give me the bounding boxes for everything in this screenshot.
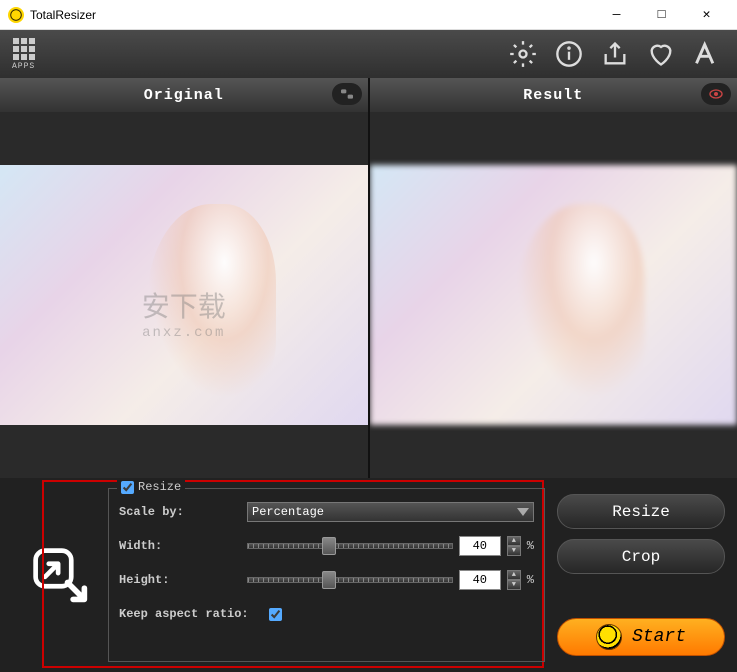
minimize-button[interactable]: — bbox=[594, 1, 639, 29]
start-icon bbox=[596, 624, 622, 650]
titlebar: TotalResizer — □ ✕ bbox=[0, 0, 737, 30]
apps-label: APPS bbox=[12, 62, 35, 71]
original-header: Original bbox=[0, 78, 368, 112]
app-icon bbox=[8, 7, 24, 23]
original-image-area[interactable]: 安下载 anxz.com bbox=[0, 112, 368, 478]
width-label: Width: bbox=[119, 539, 247, 553]
bottom-area: Resize Scale by: Percentage Width: 40 ▲▼… bbox=[0, 478, 737, 672]
original-label: Original bbox=[144, 87, 224, 104]
result-header: Result bbox=[370, 78, 737, 112]
preview-panels: Original 安下载 anxz.com Result bbox=[0, 78, 737, 478]
original-panel: Original 安下载 anxz.com bbox=[0, 78, 368, 478]
start-label: Start bbox=[632, 627, 686, 647]
heart-icon[interactable] bbox=[643, 36, 679, 72]
crop-button[interactable]: Crop bbox=[557, 539, 725, 574]
result-image bbox=[370, 165, 737, 425]
height-value[interactable]: 40 bbox=[459, 570, 501, 590]
height-unit: % bbox=[527, 573, 534, 587]
keep-aspect-label: Keep aspect ratio: bbox=[119, 607, 269, 621]
height-spinner[interactable]: ▲▼ bbox=[507, 570, 521, 590]
maximize-button[interactable]: □ bbox=[639, 1, 684, 29]
width-value[interactable]: 40 bbox=[459, 536, 501, 556]
chevron-down-icon bbox=[517, 508, 529, 516]
scale-by-label: Scale by: bbox=[119, 505, 247, 519]
action-buttons: Resize Crop Start bbox=[557, 488, 725, 662]
width-slider[interactable] bbox=[247, 537, 453, 555]
resize-options-group: Resize Scale by: Percentage Width: 40 ▲▼… bbox=[108, 488, 545, 662]
resize-group-label: Resize bbox=[117, 480, 185, 494]
font-icon[interactable] bbox=[689, 36, 725, 72]
close-button[interactable]: ✕ bbox=[684, 1, 729, 29]
scale-by-value: Percentage bbox=[252, 505, 324, 519]
preview-eye-icon[interactable] bbox=[701, 83, 731, 105]
window-title: TotalResizer bbox=[30, 8, 96, 22]
keep-aspect-checkbox[interactable] bbox=[269, 608, 282, 621]
height-label: Height: bbox=[119, 573, 247, 587]
settings-icon[interactable] bbox=[505, 36, 541, 72]
apps-button[interactable]: APPS bbox=[12, 38, 35, 71]
result-image-area[interactable] bbox=[370, 112, 737, 478]
result-panel: Result bbox=[368, 78, 737, 478]
share-icon[interactable] bbox=[597, 36, 633, 72]
result-label: Result bbox=[523, 87, 583, 104]
compare-toggle-icon[interactable] bbox=[332, 83, 362, 105]
toolbar: APPS bbox=[0, 30, 737, 78]
height-slider[interactable] bbox=[247, 571, 453, 589]
width-spinner[interactable]: ▲▼ bbox=[507, 536, 521, 556]
start-button[interactable]: Start bbox=[557, 618, 725, 656]
expand-arrow-icon[interactable] bbox=[12, 488, 108, 662]
width-unit: % bbox=[527, 539, 534, 553]
info-icon[interactable] bbox=[551, 36, 587, 72]
scale-by-dropdown[interactable]: Percentage bbox=[247, 502, 534, 522]
resize-button[interactable]: Resize bbox=[557, 494, 725, 529]
resize-checkbox[interactable] bbox=[121, 481, 134, 494]
resize-group-text: Resize bbox=[138, 480, 181, 494]
original-image bbox=[0, 165, 368, 425]
